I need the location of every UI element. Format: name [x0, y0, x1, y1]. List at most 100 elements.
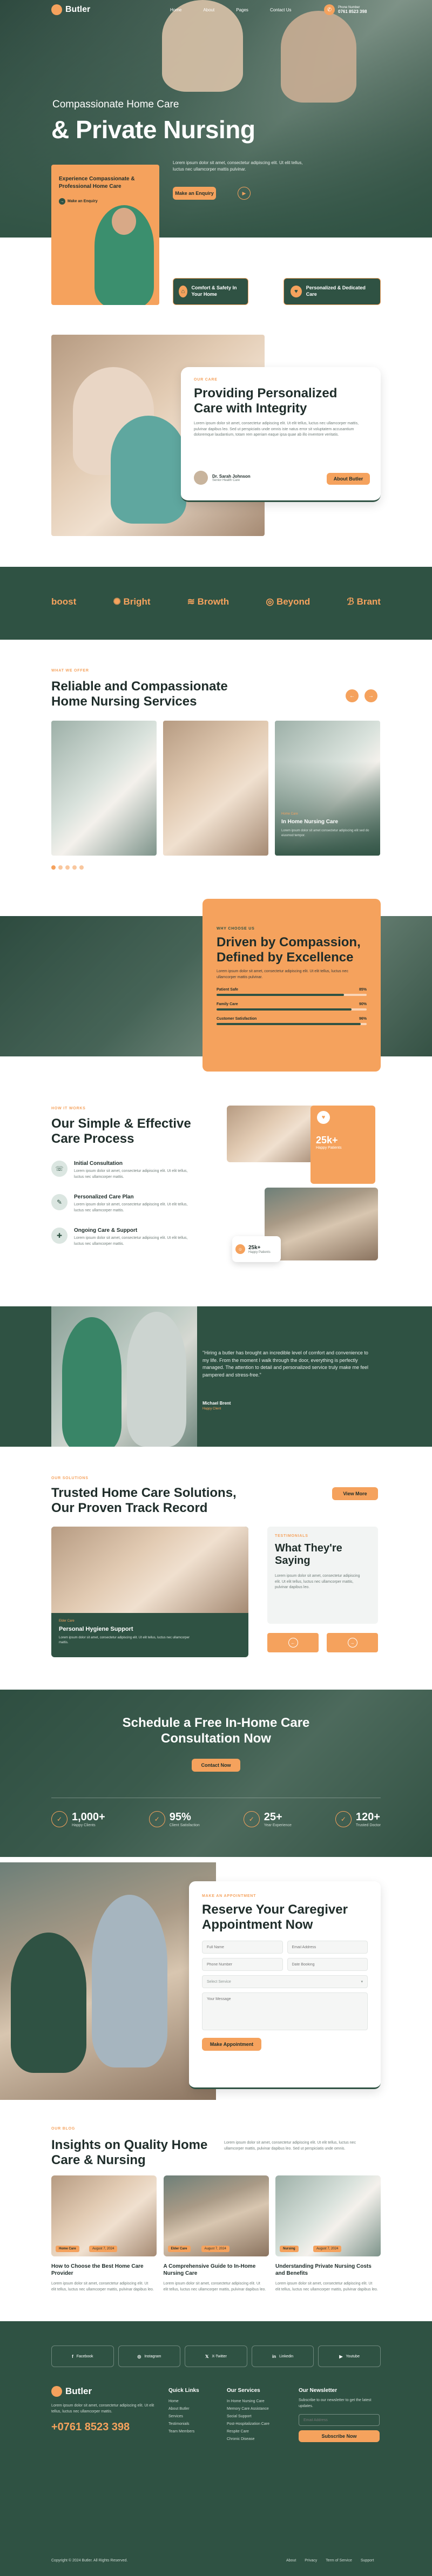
service-card-1[interactable]: [51, 721, 157, 856]
footer-link[interactable]: Post-Hospitalization Care: [227, 2421, 269, 2428]
carousel-dots[interactable]: [51, 865, 84, 870]
legal-link[interactable]: Term of Service: [326, 2559, 352, 2563]
header-phone[interactable]: ✆ Phone Number 0761 8523 398: [324, 4, 367, 15]
hero-enquiry-button[interactable]: Make an Enquiry: [173, 187, 216, 200]
make-appointment-button[interactable]: Make Appointment: [202, 2038, 261, 2051]
services-title: Reliable and Compassionate Home Nursing …: [51, 679, 228, 709]
process-step-description: Lorem ipsum dolor sit amet, consectetur …: [74, 1169, 188, 1179]
footer-link[interactable]: Home: [168, 2398, 194, 2405]
social-link-youtube[interactable]: ▶ Youtube: [318, 2345, 381, 2367]
care-icon: ♥: [291, 286, 302, 297]
hero-card-link[interactable]: → Make an Enquiry: [59, 198, 98, 205]
users-icon: ☺: [235, 1244, 245, 1254]
solutions-prev-button[interactable]: ←: [267, 1633, 319, 1652]
service-card-title: In Home Nursing Care: [281, 819, 339, 825]
legal-link[interactable]: Privacy: [305, 2559, 317, 2563]
blog-card[interactable]: Home Care August 7, 2024 How to Choose the…: [51, 2175, 157, 2293]
driven-title: Driven by Compassion, Defined by Excelle…: [217, 935, 361, 965]
footer-link[interactable]: Team Members: [168, 2428, 194, 2436]
stat-label: Happy Clients: [72, 1823, 96, 1827]
about-button[interactable]: About Butler: [327, 473, 370, 485]
process-section: HOW IT WORKS Our Simple & Effective Care…: [0, 1101, 432, 1296]
footer-logo[interactable]: Butler: [51, 2386, 92, 2397]
progress-fill: [217, 1023, 361, 1026]
solutions-card[interactable]: Elder Care Personal Hygiene Support Lore…: [51, 1527, 248, 1657]
blog-card[interactable]: Nursing August 7, 2024 Understanding Priva…: [275, 2175, 381, 2293]
service-card-3[interactable]: Home Care In Home Nursing Care Lorem ips…: [275, 721, 380, 856]
blog-section: OUR BLOG Insights on Quality Home Care &…: [0, 2116, 432, 2310]
dot-icon[interactable]: [79, 865, 84, 870]
process-mini-value: 25k+: [248, 1244, 261, 1251]
dot-icon[interactable]: [72, 865, 77, 870]
blog-card[interactable]: Elder Care August 7, 2024 A Comprehensive …: [163, 2175, 269, 2293]
social-link-facebook[interactable]: f Facebook: [51, 2345, 114, 2367]
footer-quick-links: Home About Butler Services Testimonials Team…: [168, 2398, 194, 2436]
footer-link[interactable]: About Butler: [168, 2405, 194, 2413]
copyright: Copyright © 2024 Butler. All Rights Rese…: [51, 2559, 128, 2563]
quote-photo: [51, 1306, 197, 1447]
footer-link[interactable]: Services: [168, 2413, 194, 2421]
blog-card-tag[interactable]: Nursing: [280, 2246, 299, 2252]
phone-input[interactable]: [202, 1958, 283, 1971]
dot-icon[interactable]: [51, 865, 56, 870]
solutions-view-more-button[interactable]: View More: [332, 1487, 378, 1500]
prev-arrow-icon[interactable]: ←: [346, 689, 359, 702]
blog-card-title[interactable]: How to Choose the Best Home Care Provide…: [51, 2263, 148, 2277]
footer-link[interactable]: Social Support: [227, 2413, 269, 2421]
progress-label: Customer Satisfaction: [217, 1017, 257, 1021]
stat-label: Client Satisfaction: [169, 1823, 200, 1827]
solutions-next-button[interactable]: →: [327, 1633, 378, 1652]
social-label: Youtube: [346, 2354, 360, 2358]
subscribe-button[interactable]: Subscribe Now: [299, 2430, 380, 2442]
legal-link[interactable]: Support: [361, 2559, 374, 2563]
reserve-title: Reserve Your Caregiver Appointment Now: [202, 1902, 348, 1932]
process-steps: ☏ Initial Consultation Lorem ipsum dolor s…: [51, 1161, 213, 1261]
blog-card-title[interactable]: A Comprehensive Guide to In-Home Nursing…: [164, 2263, 261, 2277]
footer-link[interactable]: Respite Care: [227, 2428, 269, 2436]
stat-item: ✓ 1,000+ Happy Clients: [51, 1811, 105, 1827]
blog-card-tag[interactable]: Elder Care: [167, 2246, 191, 2252]
process-step-description: Lorem ipsum dolor sit amet, consectetur …: [74, 1203, 188, 1212]
play-icon[interactable]: ▶: [238, 187, 251, 200]
process-eyebrow: HOW IT WORKS: [51, 1107, 86, 1110]
blog-card-tag[interactable]: Home Care: [56, 2246, 79, 2252]
footer-link[interactable]: Memory Care Assistance: [227, 2405, 269, 2413]
progress-head: Family Care 90%: [217, 1002, 367, 1006]
logo[interactable]: Butler: [51, 4, 90, 15]
brand-logo-brant: ℬ Brant: [347, 596, 381, 607]
social-link-linkedin[interactable]: in Linkedin: [251, 2345, 314, 2367]
nav-contact[interactable]: Contact Us: [270, 8, 292, 12]
social-link-x-twitter[interactable]: 𝕏 X-Twitter: [185, 2345, 247, 2367]
email-input[interactable]: [287, 1941, 368, 1954]
service-card-2[interactable]: [163, 721, 268, 856]
nav-about[interactable]: About: [203, 8, 214, 12]
footer-about: Lorem ipsum dolor sit amet, consectetur …: [51, 2404, 154, 2414]
stat-value: 25+: [264, 1811, 282, 1823]
schedule-contact-button[interactable]: Contact Now: [192, 1759, 240, 1772]
footer-link[interactable]: In Home Nursing Care: [227, 2398, 269, 2405]
newsletter-email-input[interactable]: [299, 2414, 380, 2426]
next-arrow-icon[interactable]: →: [364, 689, 377, 702]
process-step: ✚ Ongoing Care & Support Lorem ipsum dolor…: [51, 1228, 213, 1247]
full-name-input[interactable]: [202, 1941, 283, 1954]
service-select[interactable]: Select Service ▾: [202, 1975, 368, 1989]
progress-head: Patient Safe 85%: [217, 988, 367, 992]
footer-link[interactable]: Chronic Disease: [227, 2436, 269, 2443]
badge-comfort: ⌂ Comfort & Safety In Your Home: [173, 278, 248, 305]
nav-home[interactable]: Home: [170, 8, 181, 12]
legal-link[interactable]: About: [286, 2559, 296, 2563]
progress-label: Patient Safe: [217, 988, 239, 992]
date-input[interactable]: [287, 1958, 368, 1971]
stat-label: Year Experience: [264, 1823, 292, 1827]
process-step-text: Initial Consultation Lorem ipsum dolor si…: [74, 1161, 198, 1180]
nav-pages[interactable]: Pages: [236, 8, 248, 12]
blog-posts: Home Care August 7, 2024 How to Choose the…: [51, 2175, 381, 2293]
footer-link[interactable]: Testimonials: [168, 2421, 194, 2428]
social-link-instagram[interactable]: ◎ Instagram: [118, 2345, 181, 2367]
blog-card-title[interactable]: Understanding Private Nursing Costs and …: [275, 2263, 373, 2277]
dot-icon[interactable]: [58, 865, 63, 870]
process-step-title: Personalized Care Plan: [74, 1194, 134, 1200]
dot-icon[interactable]: [65, 865, 70, 870]
footer-phone[interactable]: +0761 8523 398: [51, 2421, 130, 2433]
message-textarea[interactable]: [202, 1992, 368, 2031]
